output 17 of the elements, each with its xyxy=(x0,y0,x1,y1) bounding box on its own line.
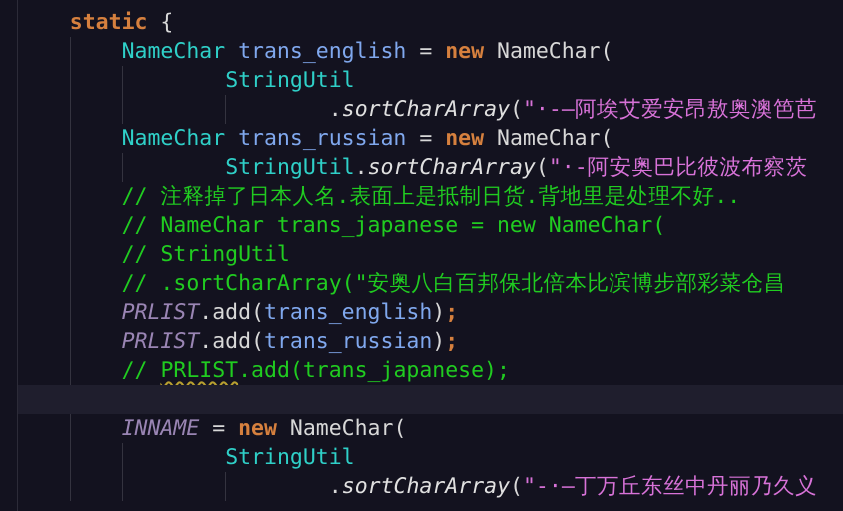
code-line: StringUtil xyxy=(18,443,843,472)
code-line: PRLIST.add(trans_russian); xyxy=(18,327,843,356)
code-line: StringUtil.sortCharArray("·-阿安奥巴比彼波布察茨 xyxy=(18,153,843,182)
code-line: NameChar trans_russian = new NameChar( xyxy=(18,124,843,153)
code-line: PRLIST.add(trans_english); xyxy=(18,298,843,327)
code-line: .sortCharArray("·-—阿埃艾爱安昂敖奥澳笆芭 xyxy=(18,95,843,124)
code-line: INNAME = new NameChar( xyxy=(18,414,843,443)
code-line: // NameChar trans_japanese = new NameChar( xyxy=(18,211,843,240)
code-line: // StringUtil xyxy=(18,240,843,269)
code-editor[interactable] xyxy=(17,0,843,511)
code-line: // .sortCharArray("安奥八白百邦保北倍本比滨博步部彩菜仓昌 xyxy=(18,269,843,298)
code-line: // 注释掉了日本人名.表面上是抵制日货.背地里是处理不好.. xyxy=(18,182,843,211)
code-line: static { xyxy=(68,9,174,37)
code-line: .sortCharArray("-·—丁万丘东丝中丹丽乃久义 xyxy=(18,472,843,501)
code-line: NameChar trans_english = new NameChar( xyxy=(18,37,843,66)
code-line: StringUtil xyxy=(18,66,843,95)
code-line: // PRLIST.add(trans_japanese); xyxy=(18,356,843,385)
